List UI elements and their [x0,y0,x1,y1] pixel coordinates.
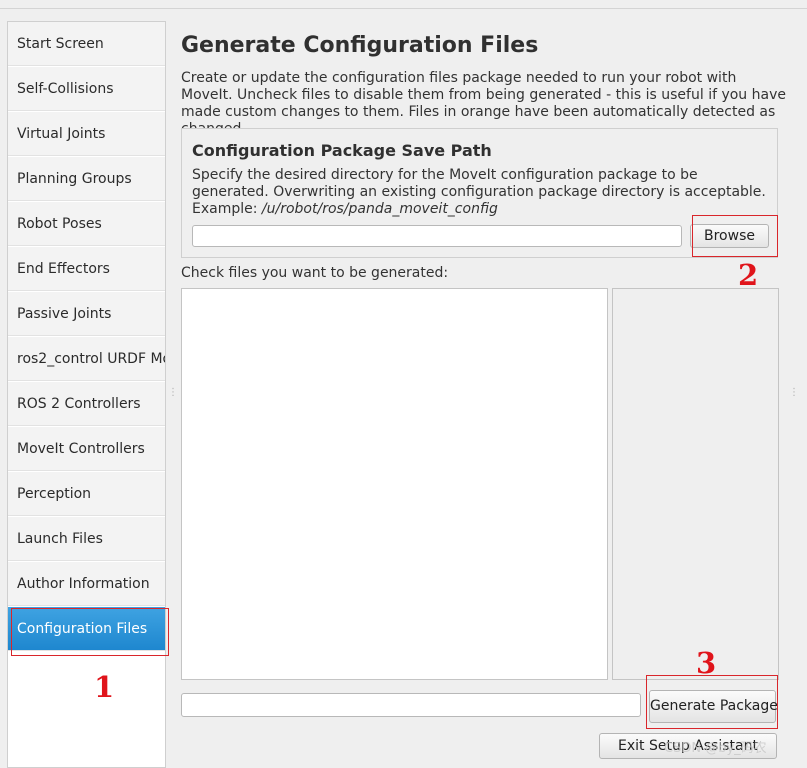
save-path-title: Configuration Package Save Path [192,141,492,160]
sidebar-item-ros2-control-urdf[interactable]: ros2_control URDF Modifications [8,337,165,381]
annotation-number-2: 2 [738,258,759,292]
sidebar-item-perception[interactable]: Perception [8,472,165,516]
sidebar-item-planning-groups[interactable]: Planning Groups [8,157,165,201]
splitter-handle-right[interactable]: ⋮ [789,388,799,398]
save-path-input[interactable] [192,225,682,247]
files-checklist[interactable] [181,288,608,680]
sidebar-item-end-effectors[interactable]: End Effectors [8,247,165,291]
sidebar-item-passive-joints[interactable]: Passive Joints [8,292,165,336]
annotation-number-3: 3 [696,646,717,680]
sidebar-item-moveit-controllers[interactable]: MoveIt Controllers [8,427,165,471]
annotation-box-2 [692,215,778,257]
sidebar-item-author-information[interactable]: Author Information [8,562,165,606]
sidebar-item-self-collisions[interactable]: Self-Collisions [8,67,165,111]
sidebar-item-ros2-controllers[interactable]: ROS 2 Controllers [8,382,165,426]
annotation-box-1 [11,608,169,656]
sidebar-item-start-screen[interactable]: Start Screen [8,22,165,66]
window-top-border [0,8,807,9]
sidebar-item-virtual-joints[interactable]: Virtual Joints [8,112,165,156]
save-path-description: Specify the desired directory for the Mo… [192,167,772,218]
save-path-example: /u/robot/ros/panda_moveit_config [261,201,498,217]
annotation-number-1: 1 [94,670,115,704]
status-field [181,693,641,717]
file-description-panel [612,288,779,680]
sidebar-item-robot-poses[interactable]: Robot Poses [8,202,165,246]
watermark: CSDN @by_码农 [664,741,767,756]
page-title: Generate Configuration Files [181,33,539,58]
files-list-label: Check files you want to be generated: [181,265,449,281]
annotation-box-3 [646,675,778,729]
splitter-handle-left[interactable]: ⋮ [168,388,178,398]
sidebar-item-launch-files[interactable]: Launch Files [8,517,165,561]
save-path-group: Configuration Package Save Path Specify … [181,128,778,258]
